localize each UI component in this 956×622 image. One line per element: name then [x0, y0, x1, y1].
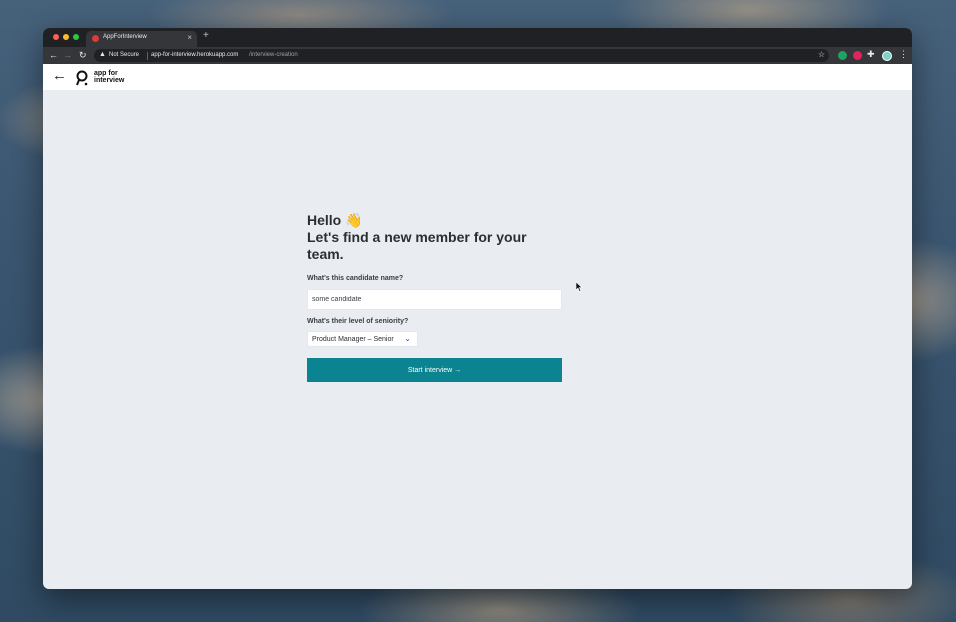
interview-form: Hello 👋 Let's find a new member for your…	[307, 212, 562, 382]
app-header: ← app for interview	[43, 64, 912, 90]
close-tab-icon[interactable]: ×	[187, 33, 192, 42]
warning-icon: ▲	[99, 51, 106, 58]
url-path: /interview-creation	[249, 52, 298, 58]
seniority-select[interactable]: Product Manager – Senior ⌄	[307, 331, 418, 347]
profile-avatar[interactable]	[882, 51, 892, 61]
seniority-value: Product Manager – Senior	[312, 336, 394, 343]
tab-title: AppForInterview	[103, 34, 147, 40]
start-interview-button[interactable]: Start interview →	[307, 358, 562, 382]
favicon-icon	[92, 35, 99, 42]
mouse-cursor-icon	[576, 282, 583, 292]
extension-icon[interactable]	[853, 51, 862, 60]
browser-forward-icon[interactable]: →	[63, 50, 72, 60]
logo-line-1: app for	[94, 70, 118, 77]
url-field[interactable]: ▲ Not Secure app-for-interview.herokuapp…	[94, 49, 829, 62]
extensions-puzzle-icon[interactable]: ✚	[867, 49, 875, 60]
new-tab-button[interactable]: +	[203, 30, 209, 41]
maximize-window-button[interactable]	[73, 34, 79, 40]
candidate-name-input[interactable]	[307, 289, 562, 310]
close-window-button[interactable]	[53, 34, 59, 40]
reload-icon[interactable]: ↻	[79, 50, 87, 61]
address-bar: ← → ↻ ▲ Not Secure app-for-interview.her…	[43, 47, 912, 64]
browser-tab[interactable]: AppForInterview ×	[86, 31, 197, 47]
browser-menu-icon[interactable]: ⋮	[899, 49, 908, 60]
candidate-name-label: What's this candidate name?	[307, 275, 404, 282]
back-arrow-icon[interactable]: ←	[52, 67, 67, 85]
chevron-down-icon: ⌄	[404, 334, 411, 343]
extension-icon[interactable]	[838, 51, 847, 60]
browser-back-icon[interactable]: ←	[49, 50, 58, 60]
seniority-label: What's their level of seniority?	[307, 318, 409, 325]
bookmark-star-icon[interactable]: ☆	[818, 50, 825, 59]
logo-line-2: interview	[94, 77, 125, 84]
page-title: Let's find a new member for your team.	[307, 229, 527, 262]
hello-heading: Hello 👋	[307, 212, 363, 228]
minimize-window-button[interactable]	[63, 34, 69, 40]
logo-icon	[76, 70, 88, 86]
omnibox-divider	[147, 52, 148, 60]
not-secure-label: Not Secure	[109, 52, 140, 58]
tab-bar: AppForInterview × +	[43, 28, 912, 47]
logo-text: app for interview	[94, 70, 124, 84]
url-host: app-for-interview.herokuapp.com	[151, 52, 239, 58]
